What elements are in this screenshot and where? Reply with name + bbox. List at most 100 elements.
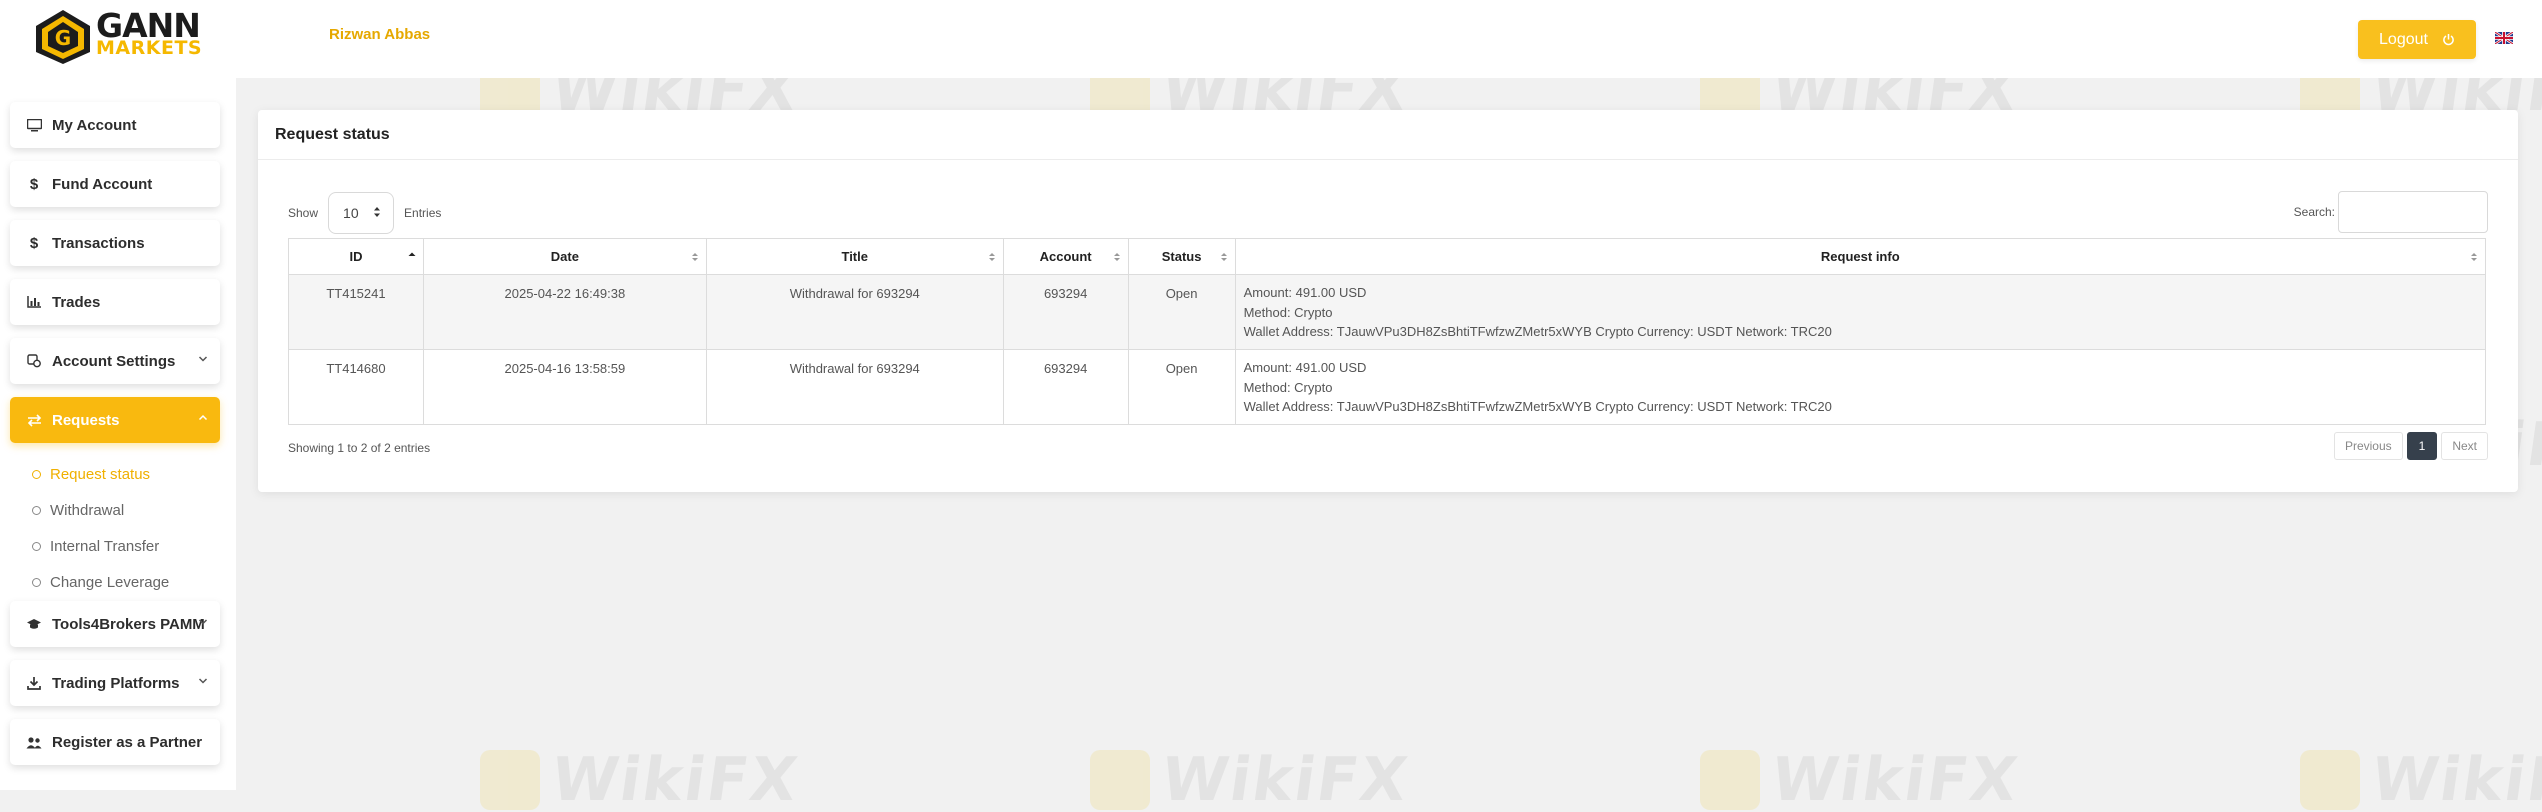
entries-length-control: Show 10 Entries (288, 192, 441, 234)
submenu-item-withdrawal[interactable]: Withdrawal (30, 492, 169, 528)
sidebar-item-label: Register as a Partner (52, 733, 203, 751)
entries-select[interactable]: 10 (328, 192, 395, 234)
search-label: Search: (2293, 205, 2335, 219)
cell-account: 693294 (1002, 349, 1129, 425)
svg-text:G: G (55, 26, 71, 50)
info-amount: Amount: 491.00 USD (1243, 360, 1367, 375)
submenu-item-internal-transfer[interactable]: Internal Transfer (30, 528, 169, 564)
gann-logo-icon: G (36, 10, 90, 64)
cell-id: TT415241 (288, 274, 424, 350)
sidebar-item-label: Fund Account (52, 175, 153, 193)
top-bar (236, 0, 2542, 78)
brand-name-line2: MARKETS (96, 37, 203, 59)
info-amount: Amount: 491.00 USD (1243, 285, 1367, 300)
pagination-previous[interactable]: Previous (2333, 432, 2403, 460)
pagination-page-1[interactable]: 1 (2406, 432, 2438, 460)
column-header-request-info[interactable]: Request info (1234, 238, 2487, 275)
table-info: Showing 1 to 2 of 2 entries (288, 441, 431, 455)
submenu-item-label: Change Leverage (50, 573, 170, 591)
exchange-icon (26, 412, 42, 428)
sidebar-item-label: My Account (52, 116, 137, 134)
watermark-text: WikiFX (547, 745, 804, 812)
sidebar-item-register-partner[interactable]: Register as a Partner (10, 719, 220, 765)
sort-icon (1220, 253, 1227, 261)
cell-status: Open (1127, 349, 1236, 425)
pagination-next[interactable]: Next (2441, 432, 2488, 460)
sidebar-item-tools4brokers-pamm[interactable]: Tools4Brokers PAMM (10, 601, 220, 647)
column-header-title[interactable]: Title (705, 238, 1004, 275)
sidebar-item-label: Requests (52, 411, 120, 429)
column-header-label: Request info (1820, 249, 1900, 264)
chevron-down-icon (198, 356, 208, 362)
cell-title: Withdrawal for 693294 (705, 274, 1004, 350)
requests-table: ID Date Title Account Status Request inf… (288, 238, 2487, 425)
watermark: WikiFX (2300, 745, 2542, 812)
show-label: Show (288, 206, 319, 220)
user-name[interactable]: Rizwan Abbas (329, 26, 430, 43)
watermark: WikiFX (1700, 745, 2023, 812)
sidebar-item-fund-account[interactable]: $ Fund Account (10, 161, 220, 207)
cell-account: 693294 (1002, 274, 1129, 350)
sidebar-item-trading-platforms[interactable]: Trading Platforms (10, 660, 220, 706)
download-icon (26, 675, 42, 691)
sidebar-item-requests[interactable]: Requests (10, 397, 220, 443)
bar-chart-icon (26, 294, 42, 310)
chevron-up-icon (198, 414, 208, 421)
uk-flag-icon (2495, 32, 2513, 44)
submenu-item-label: Request status (50, 465, 151, 483)
watermark-logo-icon (480, 750, 540, 810)
dollar-icon: $ (29, 175, 39, 193)
column-header-id[interactable]: ID (288, 238, 424, 275)
watermark-text: WikiFX (2367, 745, 2542, 812)
sidebar-item-transactions[interactable]: $ Transactions (10, 220, 220, 266)
graduation-cap-icon (26, 616, 42, 632)
sort-icon (988, 253, 995, 261)
sidebar-item-account-settings[interactable]: Account Settings (10, 338, 220, 384)
sidebar-item-label: Transactions (52, 234, 145, 252)
watermark-text: WikiFX (1157, 745, 1414, 812)
sidebar-item-label: Trades (52, 293, 101, 311)
brand-logo[interactable]: G GANN MARKETS (32, 8, 202, 66)
table-search: Search: (2294, 191, 2488, 233)
watermark-logo-icon (1090, 750, 1150, 810)
info-method: Method: Crypto (1243, 379, 1333, 395)
sidebar-item-trades[interactable]: Trades (10, 279, 220, 325)
sort-icon (1113, 253, 1120, 261)
info-wallet: Wallet Address: TJauwVPu3DH8ZsBhtiTFwfzw… (1243, 399, 1832, 414)
watermark: WikiFX (480, 745, 803, 812)
watermark-text: WikiFX (1767, 745, 2024, 812)
power-icon (2443, 34, 2454, 46)
column-header-account[interactable]: Account (1002, 238, 1129, 275)
column-header-label: Status (1161, 249, 1202, 264)
table-header-row: ID Date Title Account Status Request inf… (288, 238, 2487, 275)
logout-button[interactable]: Logout (2358, 20, 2476, 59)
settings-icon (26, 353, 42, 369)
users-icon (26, 734, 42, 750)
column-header-label: ID (349, 249, 363, 264)
table-row: TT415241 2025-04-22 16:49:38 Withdrawal … (288, 274, 2487, 350)
entries-label: Entries (404, 206, 442, 220)
chevron-down-icon (198, 678, 208, 684)
sidebar-item-label: Tools4Brokers PAMM (52, 615, 205, 633)
column-header-date[interactable]: Date (422, 238, 707, 275)
entries-value: 10 (343, 205, 359, 221)
column-header-label: Date (550, 249, 579, 264)
brand-name: GANN MARKETS (96, 6, 203, 60)
watermark-logo-icon (2300, 750, 2360, 810)
search-input[interactable] (2338, 191, 2488, 233)
cell-status: Open (1127, 274, 1236, 350)
cell-request-info: Amount: 491.00 USD Method: Crypto Wallet… (1234, 349, 2487, 425)
language-selector[interactable] (2490, 20, 2518, 56)
submenu-item-change-leverage[interactable]: Change Leverage (30, 564, 169, 600)
logout-label: Logout (2379, 30, 2428, 48)
column-header-label: Account (1039, 249, 1092, 264)
brand-name-line1: GANN (96, 6, 201, 45)
card-title: Request status (258, 110, 2518, 160)
column-header-status[interactable]: Status (1127, 238, 1236, 275)
cell-title: Withdrawal for 693294 (705, 349, 1004, 425)
submenu-item-request-status[interactable]: Request status (30, 456, 169, 492)
sidebar-item-my-account[interactable]: My Account (10, 102, 220, 148)
cell-date: 2025-04-22 16:49:38 (422, 274, 707, 350)
dollar-icon: $ (29, 234, 39, 252)
watermark: WikiFX (1090, 745, 1413, 812)
